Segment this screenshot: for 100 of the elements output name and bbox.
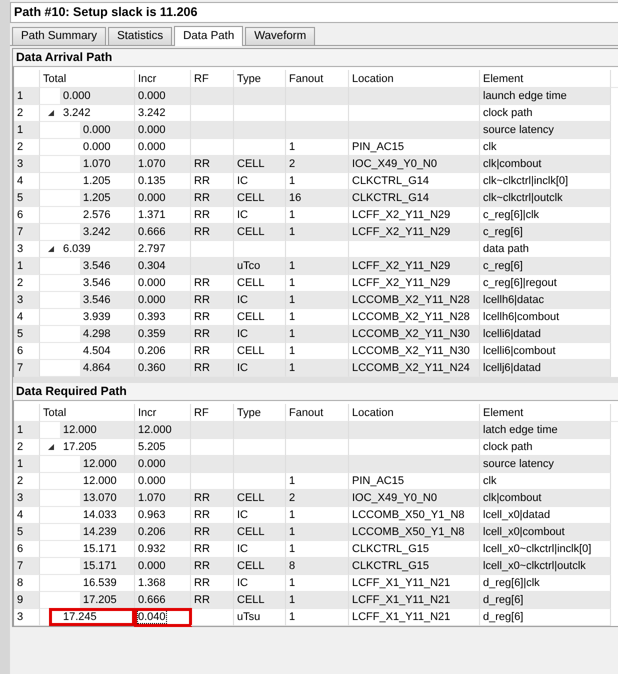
fanout-cell: 1 (286, 592, 349, 609)
location-cell: LCFF_X1_Y11_N21 (349, 592, 480, 609)
column-header[interactable]: Type (234, 70, 286, 88)
column-header[interactable]: Incr (135, 70, 191, 88)
total-cell: 14.239 (80, 524, 134, 540)
element-cell: latch edge time (480, 422, 611, 439)
table-row[interactable]: 7 3.242 0.666 RR CELL 1 LCFF_X2_Y11_N29 c_reg[6] (14, 224, 618, 241)
incr-cell: 0.666 (135, 224, 191, 241)
incr-cell: 0.304 (135, 258, 191, 275)
table-row[interactable]: 3 13.070 1.070 RR CELL 2 IOC_X49_Y0_N0 clk|combout (14, 490, 618, 507)
table-row[interactable]: 1 12.000 0.000 source latency (14, 456, 618, 473)
column-header[interactable]: RF (191, 404, 234, 422)
rf-cell (191, 258, 234, 275)
incr-cell: 12.000 (135, 422, 191, 439)
column-header[interactable]: Type (234, 404, 286, 422)
table-row[interactable]: 3 17.245 0.040 uTsu 1 LCFF_X1_Y11_N21 d_reg[6] (14, 609, 618, 626)
fanout-cell (286, 88, 349, 105)
total-cell: 17.205 (80, 592, 134, 608)
table-row[interactable]: 1 0.000 0.000 launch edge time (14, 88, 618, 105)
incr-cell: 0.359 (135, 326, 191, 343)
row-number: 7 (14, 224, 40, 241)
expander-icon[interactable] (48, 444, 54, 450)
row-number: 5 (14, 190, 40, 207)
total-cell: 13.070 (80, 490, 134, 506)
type-cell: CELL (234, 490, 286, 507)
column-header[interactable]: Total (40, 404, 135, 422)
total-cell: 3.546 (80, 292, 134, 308)
row-number: 1 (14, 88, 40, 105)
column-header[interactable]: Location (349, 404, 480, 422)
table-row[interactable]: 1 12.000 12.000 latch edge time (14, 422, 618, 439)
table-row[interactable]: 1 0.000 0.000 source latency (14, 122, 618, 139)
fanout-cell: 16 (286, 190, 349, 207)
type-cell: CELL (234, 224, 286, 241)
total-cell-text: 3.939 (82, 310, 112, 325)
incr-cell: 0.360 (135, 360, 191, 377)
element-cell: launch edge time (480, 88, 611, 105)
expander-icon[interactable] (48, 110, 54, 116)
total-cell-text: 3.242 (62, 106, 92, 121)
type-cell: IC (234, 292, 286, 309)
column-header[interactable]: Fanout (286, 70, 349, 88)
fanout-cell: 1 (286, 609, 349, 626)
location-cell: LCCOMB_X2_Y11_N28 (349, 292, 480, 309)
element-cell: lcelli6|datad (480, 326, 611, 343)
row-number: 1 (14, 422, 40, 439)
table-row[interactable]: 7 15.171 0.000 RR CELL 8 CLKCTRL_G15 lcell_x0~clkctrl|outclk (14, 558, 618, 575)
total-cell-text: 6.039 (62, 242, 92, 257)
row-number: 3 (14, 490, 40, 507)
expander-icon[interactable] (48, 246, 54, 252)
rf-cell (191, 122, 234, 139)
column-header[interactable]: Incr (135, 404, 191, 422)
table-row[interactable]: 5 14.239 0.206 RR CELL 1 LCCOMB_X50_Y1_N8 lcell_x0|combout (14, 524, 618, 541)
total-cell: 15.171 (80, 558, 134, 574)
type-cell: CELL (234, 592, 286, 609)
total-cell-text: 15.171 (82, 542, 118, 557)
table-row[interactable]: 1 3.546 0.304 uTco 1 LCFF_X2_Y11_N29 c_reg[6] (14, 258, 618, 275)
table-row[interactable]: 9 17.205 0.666 RR CELL 1 LCFF_X1_Y11_N21 d_reg[6] (14, 592, 618, 609)
element-cell: source latency (480, 456, 611, 473)
fanout-cell: 1 (286, 224, 349, 241)
tab[interactable]: Path Summary (12, 27, 106, 45)
column-header[interactable]: Fanout (286, 404, 349, 422)
element-cell: source latency (480, 122, 611, 139)
incr-cell: 0.000 (135, 190, 191, 207)
rf-cell: RR (191, 224, 234, 241)
total-cell-text: 3.546 (82, 276, 112, 291)
type-cell: uTco (234, 258, 286, 275)
type-cell: CELL (234, 190, 286, 207)
fanout-cell: 1 (286, 258, 349, 275)
incr-cell: 0.000 (135, 88, 191, 105)
total-cell: 0.000 (60, 88, 134, 104)
location-cell: LCCOMB_X2_Y11_N24 (349, 360, 480, 377)
fanout-cell (286, 456, 349, 473)
element-cell: clk|combout (480, 156, 611, 173)
location-cell: LCFF_X2_Y11_N29 (349, 224, 480, 241)
tab[interactable]: Statistics (108, 27, 172, 45)
table-row[interactable]: 3 3.546 0.000 RR IC 1 LCCOMB_X2_Y11_N28 lcellh6|datac (14, 292, 618, 309)
total-cell-text: 12.000 (82, 474, 118, 489)
total-cell-text: 0.000 (82, 140, 112, 155)
section-title: Data Required Path (13, 383, 618, 401)
rf-cell (191, 456, 234, 473)
total-cell: 0.000 (80, 122, 134, 138)
element-cell: clk|combout (480, 490, 611, 507)
table-row[interactable]: 5 1.205 0.000 RR CELL 16 CLKCTRL_G14 clk~clkctrl|outclk (14, 190, 618, 207)
incr-cell: 1.070 (135, 156, 191, 173)
incr-cell: 0.666 (135, 592, 191, 609)
column-header[interactable]: Total (40, 70, 135, 88)
column-header[interactable]: RF (191, 70, 234, 88)
column-header[interactable]: Element (480, 404, 611, 422)
location-cell: IOC_X49_Y0_N0 (349, 490, 480, 507)
fanout-cell: 2 (286, 490, 349, 507)
fanout-cell: 2 (286, 156, 349, 173)
total-cell: 12.000 (60, 422, 134, 438)
table-row[interactable]: 3 1.070 1.070 RR CELL 2 IOC_X49_Y0_N0 clk|combout (14, 156, 618, 173)
table-row[interactable]: 7 4.864 0.360 RR IC 1 LCCOMB_X2_Y11_N24 lcellj6|datad (14, 360, 618, 377)
column-header[interactable]: Location (349, 70, 480, 88)
rf-cell: RR (191, 326, 234, 343)
column-header[interactable]: Element (480, 70, 611, 88)
tab[interactable]: Waveform (245, 27, 316, 45)
table-row[interactable]: 5 4.298 0.359 RR IC 1 LCCOMB_X2_Y11_N30 lcelli6|datad (14, 326, 618, 343)
tab[interactable]: Data Path (174, 26, 244, 46)
element-cell: lcellj6|datad (480, 360, 611, 377)
